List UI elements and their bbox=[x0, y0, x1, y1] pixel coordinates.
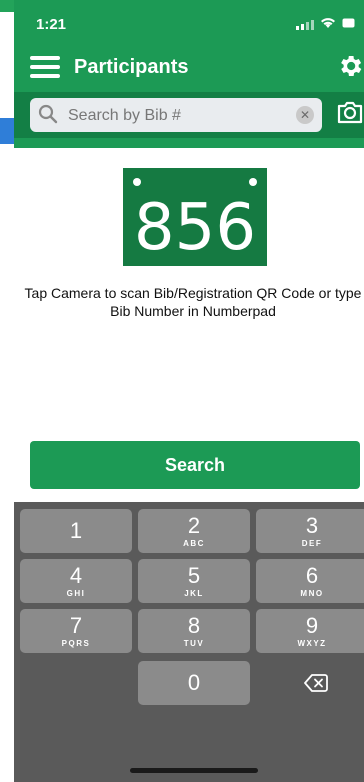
key-6[interactable]: 6 MNO bbox=[256, 559, 364, 603]
bib-preview: 856 bbox=[123, 168, 267, 266]
status-time: 1:21 bbox=[36, 16, 67, 33]
app-header: 1:21 Participants Search by Bib # ✕ bbox=[14, 0, 364, 148]
bib-hole-right bbox=[249, 178, 257, 186]
home-indicator bbox=[130, 768, 258, 773]
key-digit: 5 bbox=[187, 563, 201, 588]
delete-icon bbox=[304, 674, 328, 692]
key-letters: PQRS bbox=[61, 639, 91, 648]
search-box[interactable]: ✕ bbox=[30, 98, 322, 134]
key-letters: MNO bbox=[300, 589, 324, 598]
key-digit: 2 bbox=[187, 513, 201, 538]
camera-icon[interactable] bbox=[336, 98, 364, 130]
wifi-icon bbox=[320, 16, 336, 32]
key-4[interactable]: 4 GHI bbox=[20, 559, 132, 603]
key-digit: 6 bbox=[305, 563, 319, 588]
instructions-text: Tap Camera to scan Bib/Registration QR C… bbox=[24, 285, 362, 319]
key-letters: WXYZ bbox=[297, 639, 327, 648]
bib-hole-left bbox=[133, 178, 141, 186]
search-button[interactable]: Search bbox=[30, 441, 360, 489]
key-2[interactable]: 2 ABC bbox=[138, 509, 250, 553]
key-digit: 1 bbox=[69, 518, 83, 543]
menu-icon[interactable] bbox=[30, 56, 60, 80]
key-letters: DEF bbox=[301, 539, 323, 548]
search-row: ✕ bbox=[14, 92, 364, 138]
key-3[interactable]: 3 DEF bbox=[256, 509, 364, 553]
key-digit: 9 bbox=[305, 613, 319, 638]
key-digit: 3 bbox=[305, 513, 319, 538]
key-letters: GHI bbox=[66, 589, 86, 598]
page-title: Participants bbox=[74, 56, 189, 78]
key-7[interactable]: 7 PQRS bbox=[20, 609, 132, 653]
nav-bar: Participants bbox=[14, 50, 364, 90]
phone-screen: 1:21 Participants Search by Bib # ✕ 856 … bbox=[14, 0, 364, 782]
delete-key[interactable] bbox=[256, 661, 364, 705]
key-5[interactable]: 5 JKL bbox=[138, 559, 250, 603]
key-letters: TUV bbox=[183, 639, 205, 648]
clear-icon[interactable]: ✕ bbox=[296, 106, 314, 124]
key-digit: 7 bbox=[69, 613, 83, 638]
status-icons bbox=[296, 16, 356, 32]
key-digit: 0 bbox=[187, 670, 201, 695]
key-digit: 8 bbox=[187, 613, 201, 638]
background-left-edge bbox=[0, 0, 15, 782]
gear-icon[interactable] bbox=[336, 52, 364, 80]
background-blue-strip bbox=[0, 118, 14, 144]
bib-number: 856 bbox=[133, 191, 257, 265]
search-input[interactable] bbox=[66, 98, 286, 134]
key-digit: 4 bbox=[69, 563, 83, 588]
battery-icon bbox=[342, 16, 356, 32]
key-8[interactable]: 8 TUV bbox=[138, 609, 250, 653]
search-icon bbox=[38, 104, 58, 124]
key-letters: JKL bbox=[184, 589, 204, 598]
numeric-keypad: 1 2 ABC 3 DEF 4 GHI 5 JKL 6 MNO 7 PQRS 8 TUV 9W… bbox=[14, 502, 364, 782]
key-letters: ABC bbox=[183, 539, 205, 548]
status-bar: 1:21 bbox=[14, 0, 364, 46]
background-green-strip bbox=[0, 0, 14, 12]
key-9[interactable]: 9 WXYZ bbox=[256, 609, 364, 653]
signal-icon bbox=[296, 18, 314, 30]
key-1[interactable]: 1 bbox=[20, 509, 132, 553]
key-0[interactable]: 0 bbox=[138, 661, 250, 705]
